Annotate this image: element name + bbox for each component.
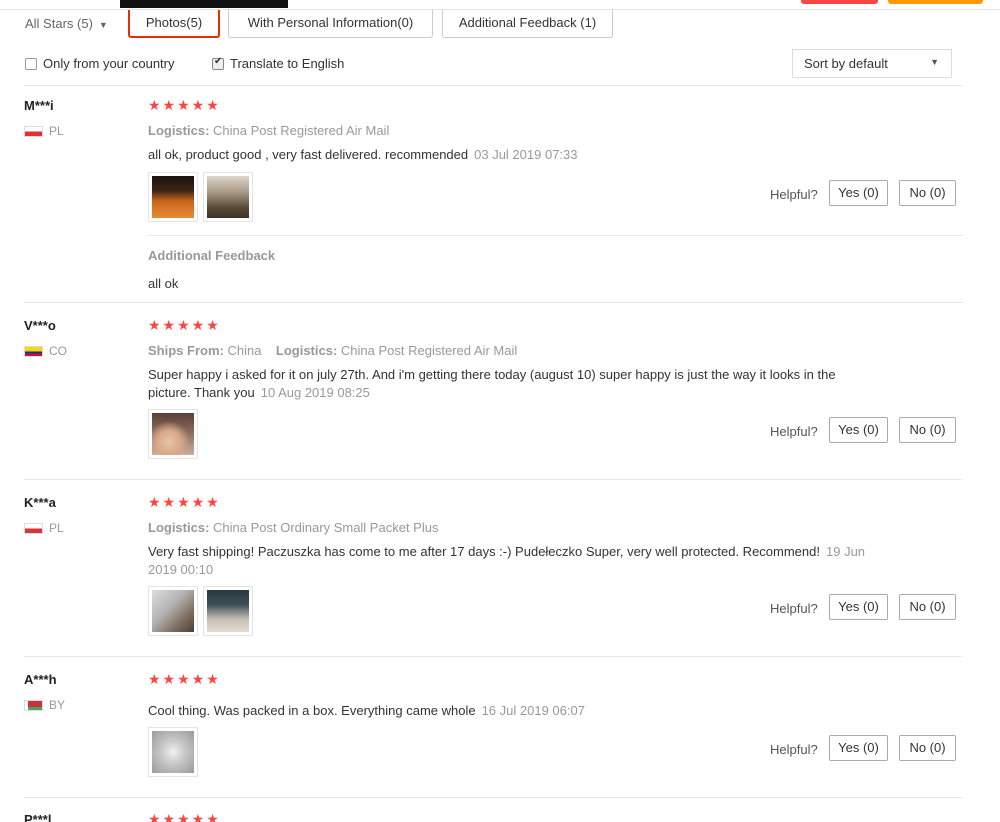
review-photo-thumbnail[interactable] <box>148 727 198 777</box>
country-code: CO <box>49 344 67 358</box>
photo-image <box>207 590 249 632</box>
photo-image <box>152 413 194 455</box>
review-photo-thumbnail[interactable] <box>148 172 198 222</box>
reviewer-name: A***h <box>24 672 57 687</box>
helpful-no-button[interactable]: No (0) <box>899 594 956 620</box>
flag-by-icon <box>24 699 43 711</box>
review-text: Very fast shipping! Paczuszka has come t… <box>148 543 868 579</box>
country-code: PL <box>49 521 64 535</box>
review-photo-thumbnail[interactable] <box>203 172 253 222</box>
helpful-no-button[interactable]: No (0) <box>899 180 956 206</box>
logistics-value: China Post Registered Air Mail <box>340 343 518 358</box>
review-body: all ok, product good , very fast deliver… <box>148 147 469 162</box>
divider <box>24 85 963 86</box>
active-tab-indicator <box>120 0 288 8</box>
sort-dropdown[interactable]: Sort by default ▼ <box>792 49 952 78</box>
logistics-info: Logistics: China Post Ordinary Small Pac… <box>148 520 438 535</box>
checkbox-checked-icon[interactable] <box>212 56 224 70</box>
logistics-value: China Post Registered Air Mail <box>213 123 390 138</box>
review-text: Cool thing. Was packed in a box. Everyth… <box>148 702 868 720</box>
only-country-label: Only from your country <box>43 56 175 71</box>
review-body: Very fast shipping! Paczuszka has come t… <box>148 544 820 559</box>
star-rating: ★★★★★ <box>148 317 221 333</box>
helpful-label: Helpful? <box>770 424 818 439</box>
review-body: Super happy i asked for it on july 27th.… <box>148 367 836 400</box>
only-country-checkbox[interactable]: Only from your country <box>25 56 175 71</box>
helpful-yes-button[interactable]: Yes (0) <box>829 180 888 206</box>
helpful-yes-button[interactable]: Yes (0) <box>829 417 888 443</box>
flag-pl-icon <box>24 125 43 137</box>
reviewer-country: BY <box>24 698 65 712</box>
logistics-label: Logistics: <box>148 520 210 535</box>
tab-personal-information[interactable]: With Personal Information(0) <box>228 10 433 38</box>
divider <box>24 797 963 798</box>
tab-photos[interactable]: Photos(5) <box>128 10 220 38</box>
logistics-info: Logistics: China Post Registered Air Mai… <box>148 123 389 138</box>
star-rating: ★★★★★ <box>148 671 221 687</box>
reviewer-name: M***i <box>24 98 54 113</box>
reviewer-country: PL <box>24 124 64 138</box>
feedback-options-bar: Only from your country Translate to Engl… <box>0 48 1000 78</box>
tab-additional-feedback[interactable]: Additional Feedback (1) <box>442 10 613 38</box>
photo-image <box>152 590 194 632</box>
star-rating: ★★★★★ <box>148 97 221 113</box>
review-body: Cool thing. Was packed in a box. Everyth… <box>148 703 476 718</box>
country-code: BY <box>49 698 66 712</box>
ships-from-value: China <box>227 343 262 358</box>
flag-pl-icon <box>24 522 43 534</box>
review-text: all ok, product good , very fast deliver… <box>148 146 868 164</box>
additional-feedback-title: Additional Feedback <box>148 248 276 263</box>
feedback-filter-bar: All Stars (5) ▼ Photos(5) With Personal I… <box>0 10 1000 38</box>
chevron-down-icon: ▼ <box>98 20 108 30</box>
helpful-yes-button[interactable]: Yes (0) <box>829 735 888 761</box>
helpful-no-button[interactable]: No (0) <box>899 417 956 443</box>
review-photo-thumbnail[interactable] <box>148 409 198 459</box>
star-rating: ★★★★★ <box>148 494 221 510</box>
checkbox-icon[interactable] <box>25 57 37 70</box>
photo-image <box>207 176 249 218</box>
shipping-info: Ships From: China Logistics: China Post … <box>148 343 517 358</box>
reviewer-country: PL <box>24 521 64 535</box>
star-filter-dropdown[interactable]: All Stars (5) ▼ <box>25 16 108 31</box>
add-to-cart-button-edge[interactable] <box>888 0 983 4</box>
reviewer-name: P***l <box>24 812 52 822</box>
translate-label: Translate to English <box>230 56 345 71</box>
helpful-yes-button[interactable]: Yes (0) <box>829 594 888 620</box>
logistics-label: Logistics: <box>148 123 210 138</box>
review-text: Super happy i asked for it on july 27th.… <box>148 366 868 402</box>
review-date: 03 Jul 2019 07:33 <box>474 147 578 162</box>
chevron-down-icon: ▼ <box>930 57 939 67</box>
sort-label: Sort by default <box>804 56 888 71</box>
logistics-value: China Post Ordinary Small Packet Plus <box>213 520 439 535</box>
photo-image <box>152 176 194 218</box>
reviewer-name: V***o <box>24 318 56 333</box>
review-date: 10 Aug 2019 08:25 <box>260 385 370 400</box>
helpful-label: Helpful? <box>770 601 818 616</box>
helpful-label: Helpful? <box>770 187 818 202</box>
helpful-no-button[interactable]: No (0) <box>899 735 956 761</box>
photo-image <box>152 731 194 773</box>
logistics-label: Logistics: <box>275 343 338 358</box>
review-photo-thumbnail[interactable] <box>148 586 198 636</box>
buy-now-button-edge[interactable] <box>801 0 878 4</box>
reviewer-country: CO <box>24 344 67 358</box>
review-date: 16 Jul 2019 06:07 <box>481 703 585 718</box>
flag-co-icon <box>24 345 43 357</box>
ships-from-label: Ships From: <box>148 343 224 358</box>
country-code: PL <box>49 124 64 138</box>
translate-checkbox[interactable]: Translate to English <box>212 56 344 71</box>
divider <box>148 235 963 236</box>
divider <box>24 656 963 657</box>
divider <box>24 479 963 480</box>
star-rating: ★★★★★ <box>148 811 221 822</box>
additional-feedback-text: all ok <box>148 276 179 291</box>
review-photo-thumbnail[interactable] <box>203 586 253 636</box>
star-filter-label: All Stars (5) <box>25 16 93 31</box>
helpful-label: Helpful? <box>770 742 818 757</box>
divider <box>24 302 963 303</box>
reviewer-name: K***a <box>24 495 56 510</box>
